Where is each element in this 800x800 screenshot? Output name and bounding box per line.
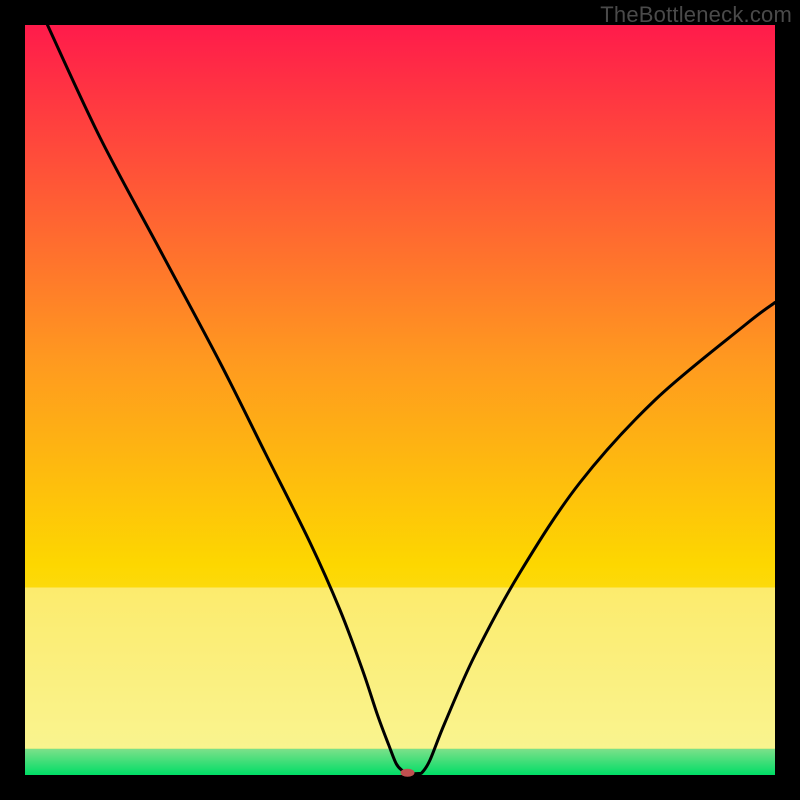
watermark-text: TheBottleneck.com: [600, 2, 792, 28]
pale-yellow-band: [25, 588, 775, 749]
bottleneck-chart: [0, 0, 800, 800]
chart-frame: TheBottleneck.com: [0, 0, 800, 800]
optimum-marker: [401, 769, 415, 777]
green-band: [25, 749, 775, 775]
